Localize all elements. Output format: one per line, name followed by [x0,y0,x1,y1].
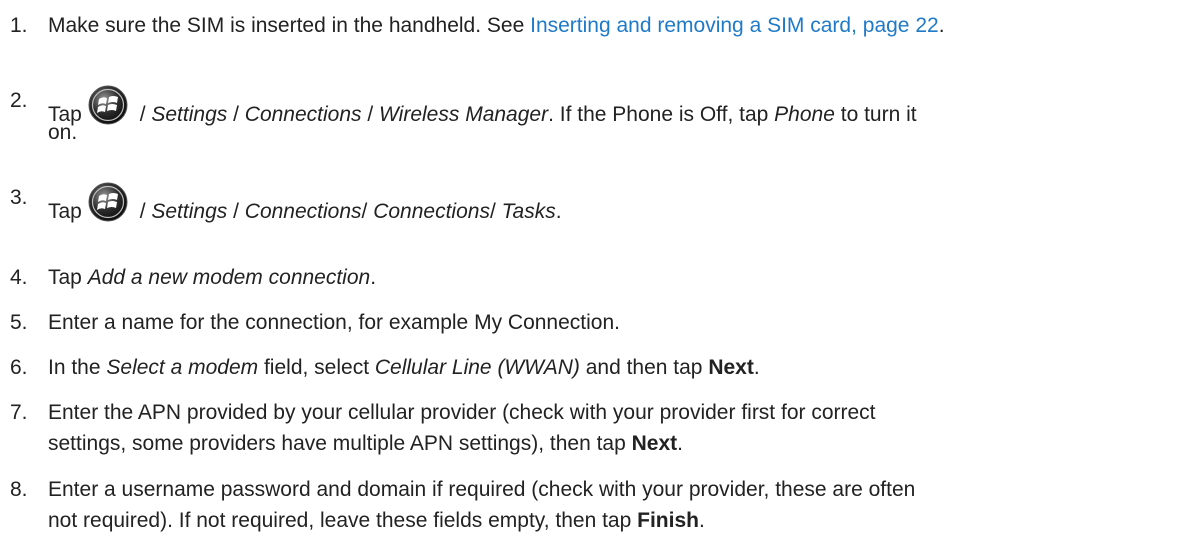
step-text-continued: settings, some providers have multiple A… [48,432,683,455]
step-text: Enter a username password and domain if … [48,478,916,501]
step-number: 2. [10,89,28,112]
step-number: 4. [10,266,28,289]
step-number: 3. [10,186,28,209]
step-number: 8. [10,478,28,501]
step-text: Tap Add a new modem connection. [48,266,377,289]
step-number: 5. [10,311,28,334]
windows-start-icon [88,182,128,222]
step-text: Enter a name for the connection, for exa… [48,311,620,334]
step-text: Enter the APN provided by your cellular … [48,401,876,424]
step-text: In the Select a modem field, select Cell… [48,356,760,379]
cross-reference-link[interactable]: Inserting and removing a SIM card, page … [530,14,939,37]
document-page: 1. Make sure the SIM is inserted in the … [0,0,1191,556]
step-text: Tap / Settings / Connections/ Connection… [48,182,562,228]
step-text: Make sure the SIM is inserted in the han… [48,14,945,37]
step-number: 6. [10,356,28,379]
step-text-continued: not required). If not required, leave th… [48,509,705,532]
step-number: 1. [10,14,28,37]
step-text: Tap / Settings / Connections / Wireless … [48,85,917,131]
windows-start-icon [88,85,128,125]
step-number: 7. [10,401,28,424]
step-text-continued: on. [48,121,78,144]
